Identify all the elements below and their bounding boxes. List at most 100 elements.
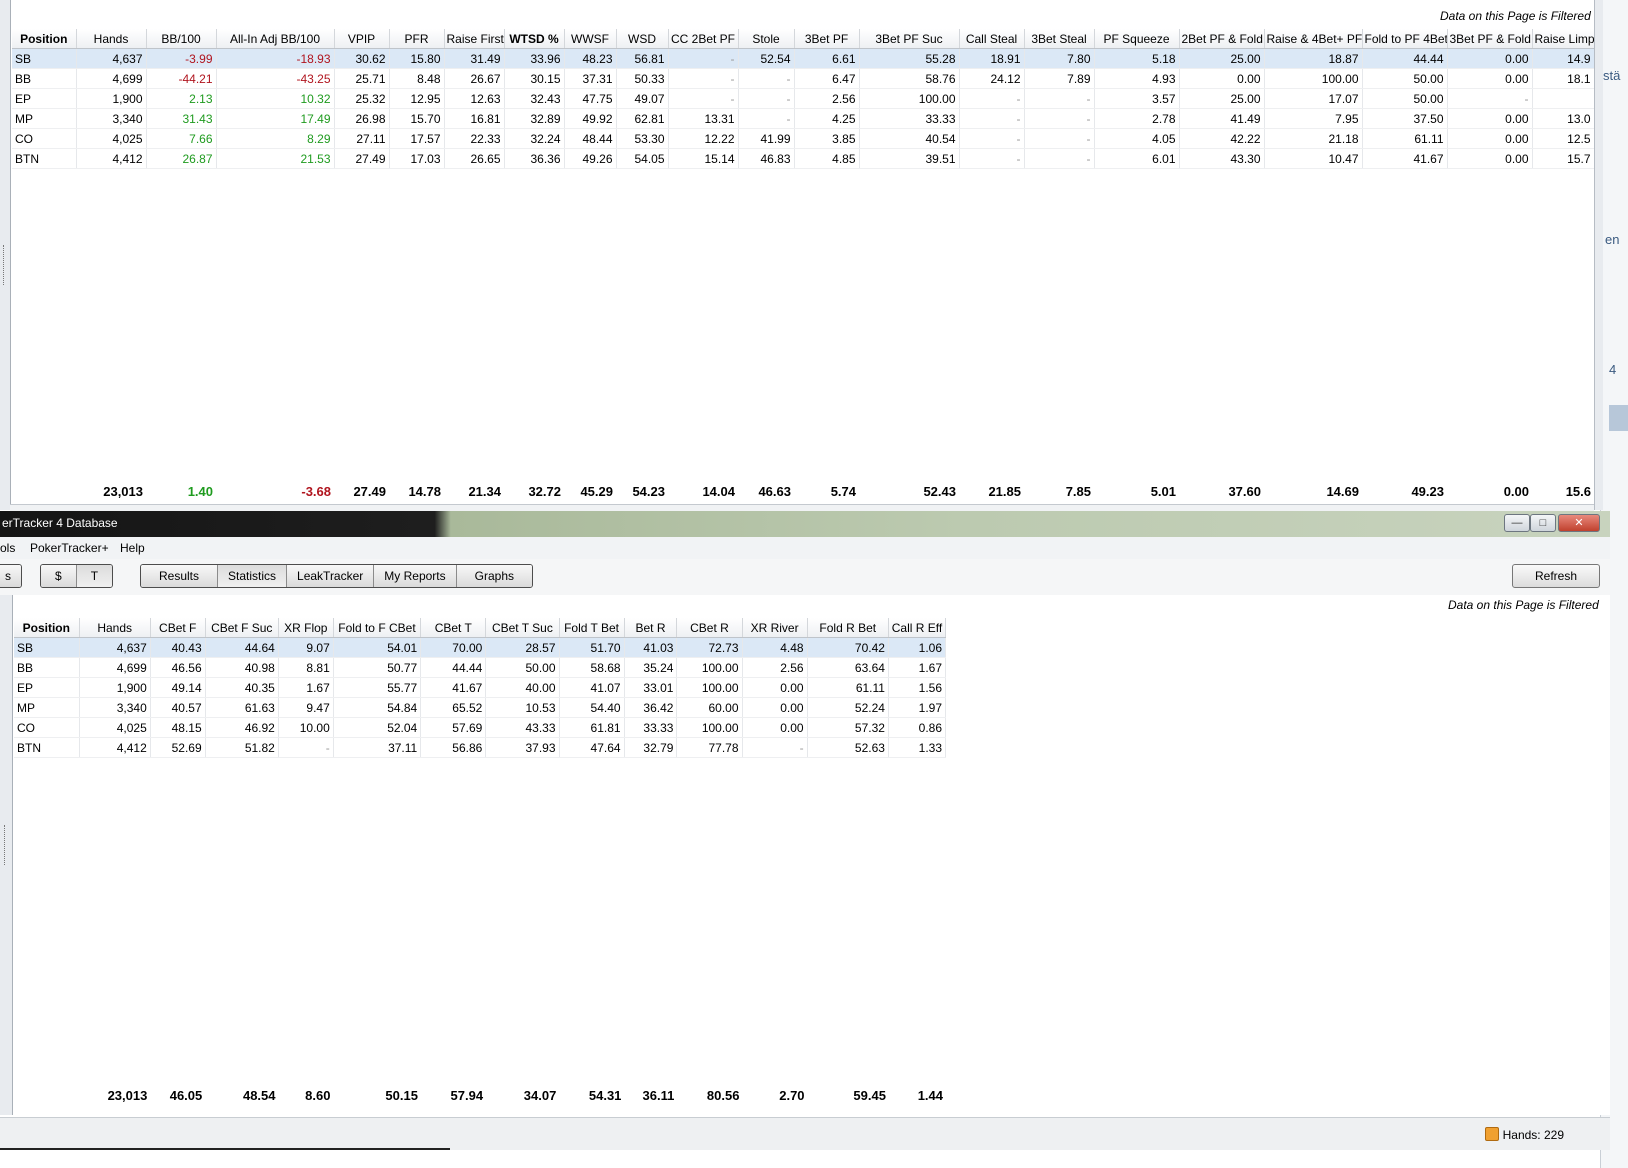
column-header-bet-r[interactable]: Bet R xyxy=(624,618,678,638)
column-header-xr-river[interactable]: XR River xyxy=(742,618,808,638)
column-header-raise-first[interactable]: Raise First xyxy=(444,29,505,49)
tab-results[interactable]: Results xyxy=(141,565,219,587)
table-row[interactable]: CO 4,025 7.66 8.29 27.11 17.57 22.33 32.24 48.44… xyxy=(12,128,1595,149)
stat-cell: 47.64 xyxy=(559,737,625,758)
column-header-position[interactable]: Position xyxy=(14,618,80,638)
column-header-hands[interactable]: Hands xyxy=(76,29,147,49)
window-titlebar[interactable]: erTracker 4 Database — □ ✕ xyxy=(0,511,1610,537)
column-header-wwsf[interactable]: WWSF xyxy=(564,29,617,49)
column-header-fold-t-bet[interactable]: Fold T Bet xyxy=(559,618,625,638)
column-header-cbet-f[interactable]: CBet F xyxy=(150,618,206,638)
bottom-splitter[interactable] xyxy=(0,595,13,1115)
status-bar: Hands: 229 xyxy=(0,1117,1610,1150)
column-header-cbet-f-suc[interactable]: CBet F Suc xyxy=(205,618,279,638)
table-row[interactable]: BB 4,699 46.56 40.98 8.81 50.77 44.44 50.00 58.6… xyxy=(14,657,947,678)
column-header-vpip[interactable]: VPIP xyxy=(334,29,390,49)
stat-cell: 5.18 xyxy=(1094,48,1180,69)
cash-toggle-button[interactable]: $ xyxy=(41,565,77,587)
stat-cell: -3.99 xyxy=(146,48,217,69)
stat-cell: 2.78 xyxy=(1094,108,1180,129)
total-cell: 54.23 xyxy=(632,483,665,499)
menu-pokertracker-plus[interactable]: PokerTracker+ xyxy=(30,541,109,555)
column-header-cbet-r[interactable]: CBet R xyxy=(676,618,743,638)
top-splitter[interactable] xyxy=(0,0,11,510)
menu-help[interactable]: Help xyxy=(120,541,145,555)
column-header-position[interactable]: Position xyxy=(12,29,77,49)
column-header-all-in-adj-bb-100[interactable]: All-In Adj BB/100 xyxy=(216,29,335,49)
column-header-wsd[interactable]: WSD xyxy=(616,29,669,49)
stat-cell: 3.57 xyxy=(1094,88,1180,109)
background-text-fragment: 4 xyxy=(1609,362,1617,377)
stat-cell: 1.67 xyxy=(278,677,334,698)
tab-graphs[interactable]: Graphs xyxy=(456,565,532,587)
column-header-3bet-pf[interactable]: 3Bet PF xyxy=(794,29,860,49)
total-cell: 23,013 xyxy=(103,483,143,499)
stat-cell: 33.96 xyxy=(504,48,565,69)
left-cut-label[interactable]: s xyxy=(0,565,21,587)
tab-my-reports[interactable]: My Reports xyxy=(374,565,457,587)
toolbar: s $ T Results Statistics LeakTracker My … xyxy=(0,559,1610,596)
column-header-fold-to-f-cbet[interactable]: Fold to F CBet xyxy=(333,618,422,638)
stat-cell: 12.95 xyxy=(389,88,445,109)
stat-cell: 0.00 xyxy=(1447,68,1533,89)
total-cell: 80.56 xyxy=(706,1087,740,1103)
total-cell: 52.43 xyxy=(923,483,956,499)
stat-cell: 4,637 xyxy=(79,637,151,658)
column-header-stole[interactable]: Stole xyxy=(738,29,795,49)
column-header-3bet-pf-fold[interactable]: 3Bet PF & Fold xyxy=(1447,29,1533,49)
stat-cell: 100.00 xyxy=(676,677,743,698)
total-cell: 49.23 xyxy=(1411,483,1444,499)
table-row[interactable]: MP 3,340 40.57 61.63 9.47 54.84 65.52 10.53 54.4… xyxy=(14,697,947,718)
stat-cell: 0.00 xyxy=(1179,68,1265,89)
column-header-fold-to-pf-4bet[interactable]: Fold to PF 4Bet+ xyxy=(1362,29,1448,49)
column-header-call-steal[interactable]: Call Steal xyxy=(959,29,1025,49)
table-row[interactable]: BTN 4,412 26.87 21.53 27.49 17.03 26.65 36.36 49… xyxy=(12,148,1595,169)
column-header-call-r-eff[interactable]: Call R Eff xyxy=(888,618,947,638)
tab-leaktracker[interactable]: LeakTracker xyxy=(287,565,375,587)
stat-cell: - xyxy=(742,737,808,758)
left-cut-button[interactable]: s xyxy=(0,564,22,588)
column-header-pf-squeeze[interactable]: PF Squeeze xyxy=(1094,29,1180,49)
table-row[interactable]: MP 3,340 31.43 17.49 26.98 15.70 16.81 32.89 49.… xyxy=(12,108,1595,129)
stat-cell: 55.77 xyxy=(333,677,422,698)
close-button[interactable]: ✕ xyxy=(1558,514,1600,532)
table-row[interactable]: BTN 4,412 52.69 51.82-37.11 56.86 37.93 47.64 3… xyxy=(14,737,947,758)
table-row[interactable]: EP 1,900 49.14 40.35 1.67 55.77 41.67 40.00 41.0… xyxy=(14,677,947,698)
column-header-pfr[interactable]: PFR xyxy=(389,29,445,49)
stat-cell: 50.00 xyxy=(1362,68,1448,89)
stat-cell: 60.00 xyxy=(676,697,743,718)
column-header-cbet-t[interactable]: CBet T xyxy=(420,618,487,638)
stat-cell: 32.24 xyxy=(504,128,565,149)
tab-statistics[interactable]: Statistics xyxy=(218,565,288,587)
stat-cell: 6.47 xyxy=(794,68,860,89)
column-header-raise-limpe[interactable]: Raise Limpe xyxy=(1532,29,1595,49)
table-row[interactable]: EP 1,900 2.13 10.32 25.32 12.95 12.63 32.43 47.7… xyxy=(12,88,1595,109)
column-header-hands[interactable]: Hands xyxy=(79,618,151,638)
stat-cell: - xyxy=(959,148,1025,169)
stat-cell: 32.79 xyxy=(624,737,678,758)
column-header-fold-r-bet[interactable]: Fold R Bet xyxy=(807,618,889,638)
stat-cell: 100.00 xyxy=(859,88,960,109)
menu-tools[interactable]: ols xyxy=(0,541,15,555)
column-header-wtsd[interactable]: WTSD % xyxy=(504,29,565,49)
vertical-scrollbar[interactable] xyxy=(1594,0,1603,510)
column-header-3bet-steal[interactable]: 3Bet Steal xyxy=(1024,29,1095,49)
tournament-toggle-button[interactable]: T xyxy=(76,565,113,587)
column-header-raise-4bet-pf[interactable]: Raise & 4Bet+ PF xyxy=(1264,29,1363,49)
column-header-xr-flop[interactable]: XR Flop xyxy=(278,618,334,638)
minimize-button[interactable]: — xyxy=(1504,514,1530,532)
column-header-3bet-pf-suc[interactable]: 3Bet PF Suc xyxy=(859,29,960,49)
column-header-bb-100[interactable]: BB/100 xyxy=(146,29,217,49)
stat-cell: 77.78 xyxy=(676,737,743,758)
table-row[interactable]: BB 4,699 -44.21 -43.25 25.71 8.48 26.67 30.15 37… xyxy=(12,68,1595,89)
table-row[interactable]: SB 4,637 -3.99 -18.93 30.62 15.80 31.49 33.96 48… xyxy=(12,48,1595,69)
table-row[interactable]: CO 4,025 48.15 46.92 10.00 52.04 57.69 43.33 61.… xyxy=(14,717,947,738)
table-row[interactable]: SB 4,637 40.43 44.64 9.07 54.01 70.00 28.57 51.7… xyxy=(14,637,947,658)
stat-cell: 41.67 xyxy=(1362,148,1448,169)
column-header-2bet-pf-fold[interactable]: 2Bet PF & Fold xyxy=(1179,29,1265,49)
column-header-cbet-t-suc[interactable]: CBet T Suc xyxy=(485,618,560,638)
maximize-button[interactable]: □ xyxy=(1530,514,1556,532)
column-header-cc-2bet-pf[interactable]: CC 2Bet PF xyxy=(668,29,739,49)
refresh-button[interactable]: Refresh xyxy=(1512,564,1600,588)
total-cell: 46.05 xyxy=(169,1087,203,1103)
